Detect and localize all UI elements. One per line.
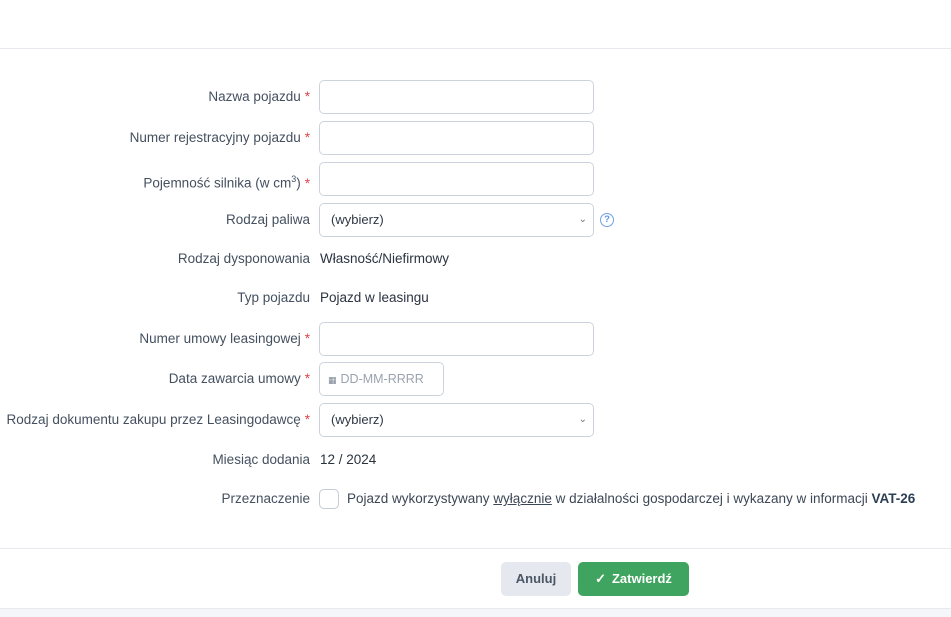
- required-marker: *: [304, 331, 310, 346]
- cancel-button[interactable]: Anuluj: [501, 562, 571, 596]
- required-marker: *: [304, 89, 310, 104]
- footer-divider: [0, 548, 951, 549]
- month-added-value: 12 / 2024: [320, 452, 377, 467]
- fuel-type-select[interactable]: (wybierz) ⌄: [319, 203, 594, 237]
- contract-date-label: Data zawarcia umowy *: [168, 371, 310, 386]
- vehicle-name-input[interactable]: [319, 80, 594, 114]
- row-fuel-type: Rodzaj paliwa (wybierz) ⌄ ?: [0, 203, 951, 237]
- required-marker: *: [304, 175, 310, 191]
- header-divider: [0, 48, 951, 49]
- calendar-icon: ▦: [328, 375, 337, 385]
- row-month-added: Miesiąc dodania 12 / 2024: [0, 443, 951, 477]
- row-disposal-type: Rodzaj dysponowania Własność/Niefirmowy: [0, 242, 951, 276]
- registration-number-label: Numer rejestracyjny pojazdu *: [129, 130, 310, 145]
- contract-date-input[interactable]: ▦ DD-MM-RRRR: [319, 362, 444, 396]
- month-added-label: Miesiąc dodania: [212, 452, 310, 467]
- cancel-button-label: Anuluj: [515, 571, 557, 586]
- check-icon: ✓: [595, 571, 606, 586]
- row-purchase-document: Rodzaj dokumentu zakupu przez Leasingoda…: [0, 403, 951, 437]
- row-purpose: Przeznaczenie Pojazd wykorzystywany wyłą…: [0, 482, 951, 516]
- purchase-document-label: Rodzaj dokumentu zakupu przez Leasingoda…: [6, 412, 310, 427]
- fuel-type-selected: (wybierz): [331, 212, 384, 227]
- disposal-type-value: Własność/Niefirmowy: [320, 251, 450, 266]
- chevron-down-icon: ⌄: [578, 214, 587, 225]
- row-leasing-contract: Numer umowy leasingowej *: [0, 322, 951, 356]
- required-marker: *: [304, 371, 310, 386]
- chevron-down-icon: ⌄: [578, 414, 587, 425]
- leasing-contract-input[interactable]: [319, 322, 594, 356]
- registration-number-input[interactable]: [319, 121, 594, 155]
- required-marker: *: [304, 130, 310, 145]
- leasing-contract-label: Numer umowy leasingowej *: [139, 331, 310, 346]
- engine-capacity-input[interactable]: [319, 162, 594, 196]
- row-vehicle-type: Typ pojazdu Pojazd w leasingu: [0, 281, 951, 315]
- purpose-checkbox[interactable]: [319, 489, 339, 509]
- purchase-document-select[interactable]: (wybierz) ⌄: [319, 403, 594, 437]
- purchase-document-selected: (wybierz): [331, 412, 384, 427]
- purpose-label: Przeznaczenie: [221, 491, 310, 506]
- question-circle-icon[interactable]: ?: [600, 213, 614, 227]
- purpose-checkbox-label[interactable]: Pojazd wykorzystywany wyłącznie w działa…: [347, 482, 915, 516]
- row-engine-capacity: Pojemność silnika (w cm3) *: [0, 162, 951, 196]
- contract-date-placeholder: DD-MM-RRRR: [340, 372, 424, 386]
- submit-button-label: Zatwierdź: [611, 571, 672, 586]
- row-contract-date: Data zawarcia umowy * ▦ DD-MM-RRRR: [0, 362, 951, 396]
- engine-capacity-label: Pojemność silnika (w cm3) *: [143, 174, 310, 191]
- disposal-type-label: Rodzaj dysponowania: [177, 251, 310, 266]
- vehicle-type-value: Pojazd w leasingu: [320, 290, 429, 305]
- vehicle-name-label: Nazwa pojazdu *: [208, 89, 310, 104]
- submit-button[interactable]: ✓ Zatwierdź: [578, 562, 689, 596]
- required-marker: *: [304, 412, 310, 427]
- vehicle-type-label: Typ pojazdu: [237, 290, 310, 305]
- fuel-type-label: Rodzaj paliwa: [225, 212, 310, 227]
- footer-strip: [0, 608, 951, 617]
- row-vehicle-name: Nazwa pojazdu *: [0, 80, 951, 114]
- row-registration-number: Numer rejestracyjny pojazdu *: [0, 121, 951, 155]
